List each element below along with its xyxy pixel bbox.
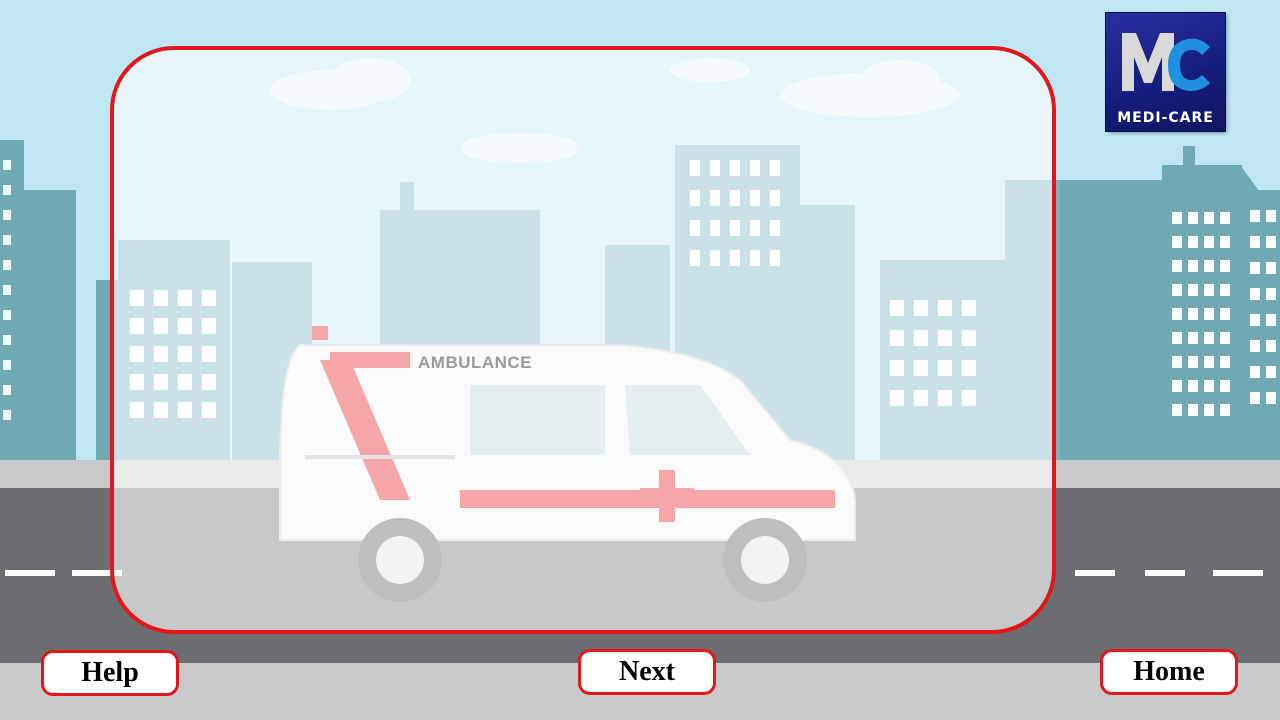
ambulance-label: AMBULANCE — [418, 353, 533, 372]
medi-care-logo: MEDI-CARE — [1106, 13, 1225, 131]
content-panel — [110, 46, 1056, 634]
home-button[interactable]: Home — [1100, 649, 1238, 695]
mc-monogram-icon — [1122, 33, 1210, 91]
next-button[interactable]: Next — [578, 649, 716, 695]
logo-text: MEDI-CARE — [1117, 110, 1214, 126]
help-button[interactable]: Help — [41, 650, 179, 696]
